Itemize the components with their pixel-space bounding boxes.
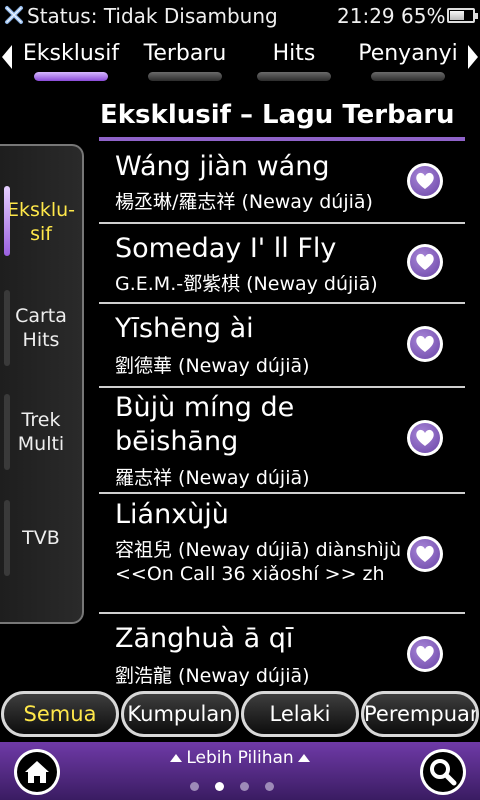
tab-penyanyi[interactable]: Penyanyi — [352, 32, 464, 88]
song-row[interactable]: Bùjù míng de bēishāng 羅志祥 (Neway dújiā) — [99, 390, 465, 494]
song-title: Zānghuà ā qī — [115, 623, 294, 654]
arrow-up-icon — [170, 754, 183, 762]
page-dot — [215, 782, 224, 791]
side-item-tvb[interactable]: TVB — [0, 500, 82, 576]
filter-semua-button[interactable]: Semua — [1, 691, 119, 737]
clock: 21:29 — [337, 4, 395, 28]
filter-lelaki-button[interactable]: Lelaki — [241, 691, 359, 737]
song-artist: 劉德華 (Neway dújiā) — [115, 355, 310, 377]
side-menu: Eksklu- sif Carta Hits Trek Multi TVB — [0, 144, 84, 624]
song-row[interactable]: Liánxùjù 容祖兒 (Neway dújiā) diànshìjù <<O… — [99, 496, 465, 614]
search-icon — [430, 759, 457, 786]
battery-icon — [447, 8, 478, 23]
arrow-up-icon — [297, 754, 310, 762]
side-item-label: Eksklu- sif — [6, 199, 76, 245]
tab-scroll-left-icon[interactable] — [2, 45, 12, 69]
song-title: Yīshēng ài — [115, 313, 254, 344]
side-item-eksklusif[interactable]: Eksklu- sif — [0, 186, 82, 256]
page-indicator — [190, 782, 290, 792]
song-list: Wáng jiàn wáng 楊丞琳/羅志祥 (Neway dújiā) Som… — [99, 146, 465, 686]
side-item-label: Trek Multi — [17, 409, 65, 455]
side-item-label: Carta Hits — [15, 305, 67, 351]
favorite-heart-icon[interactable] — [407, 244, 443, 280]
song-artist: G.E.M.-鄧紫棋 (Neway dújiā) — [115, 273, 378, 295]
more-options[interactable]: Lebih Pilihan — [0, 748, 480, 768]
section-divider — [99, 137, 465, 141]
status-bar: Status: Tidak Disambung 21:29 65% — [0, 0, 480, 30]
tab-hits[interactable]: Hits — [244, 32, 344, 88]
tab-label: Terbaru — [143, 41, 227, 66]
song-title: Liánxùjù — [115, 499, 229, 530]
disconnected-x-icon — [5, 6, 23, 24]
tab-label: Penyanyi — [358, 41, 458, 66]
song-artist: 楊丞琳/羅志祥 (Neway dújiā) — [115, 191, 373, 213]
battery-percent: 65% — [401, 4, 446, 28]
song-row[interactable]: Someday I' ll Fly G.E.M.-鄧紫棋 (Neway dúji… — [99, 226, 465, 304]
page-dot — [265, 782, 274, 791]
favorite-heart-icon[interactable] — [407, 536, 443, 572]
song-row[interactable]: Wáng jiàn wáng 楊丞琳/羅志祥 (Neway dújiā) — [99, 146, 465, 224]
favorite-heart-icon[interactable] — [407, 326, 443, 362]
favorite-heart-icon[interactable] — [407, 420, 443, 456]
song-title: Wáng jiàn wáng — [115, 151, 330, 182]
tab-scroll-right-icon[interactable] — [468, 45, 478, 69]
tab-eksklusif[interactable]: Eksklusif — [18, 32, 124, 88]
song-title: Someday I' ll Fly — [115, 233, 337, 264]
favorite-heart-icon[interactable] — [407, 163, 443, 199]
favorite-heart-icon[interactable] — [407, 636, 443, 672]
connection-status: Status: Tidak Disambung — [27, 4, 278, 28]
side-item-trek-multi[interactable]: Trek Multi — [0, 394, 82, 470]
song-artist: 劉浩龍 (Neway dújiā) — [115, 665, 310, 686]
tab-terbaru[interactable]: Terbaru — [134, 32, 236, 88]
tab-label: Hits — [272, 41, 316, 66]
filter-perempuan-button[interactable]: Perempuan — [361, 691, 479, 737]
filter-bar: Semua Kumpulan Lelaki Perempuan — [0, 691, 480, 739]
song-row[interactable]: Yīshēng ài 劉德華 (Neway dújiā) — [99, 306, 465, 388]
bottom-bar: Lebih Pilihan — [0, 742, 480, 800]
page-dot — [240, 782, 249, 791]
song-row[interactable]: Zānghuà ā qī 劉浩龍 (Neway dújiā) — [99, 616, 465, 686]
song-artist: 羅志祥 (Neway dújiā) — [115, 467, 310, 489]
side-item-label: TVB — [22, 527, 60, 549]
page-dot — [190, 782, 199, 791]
filter-kumpulan-button[interactable]: Kumpulan — [121, 691, 239, 737]
song-title: Bùjù míng de bēishāng — [115, 392, 295, 457]
song-artist: 容祖兒 (Neway dújiā) diànshìjù <<On Call 36… — [115, 539, 402, 585]
tab-label: Eksklusif — [22, 41, 120, 66]
side-item-carta-hits[interactable]: Carta Hits — [0, 290, 82, 366]
search-button[interactable] — [420, 749, 466, 795]
category-tabs: Eksklusif Terbaru Hits Penyanyi — [0, 32, 480, 88]
section-title: Eksklusif – Lagu Terbaru — [100, 100, 455, 130]
